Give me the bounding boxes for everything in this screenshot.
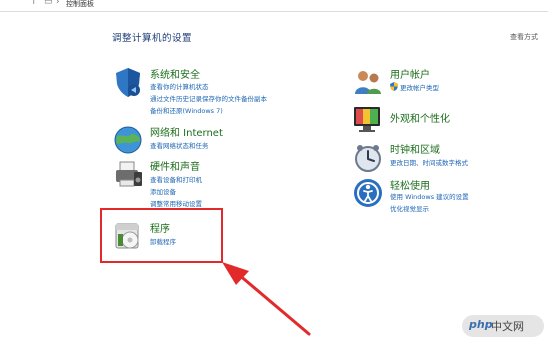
category-hardware-sound: 硬件和声音 查看设备和打印机 添加设备 调整常用移动设置 <box>112 158 312 208</box>
globe-network-icon[interactable] <box>112 124 144 156</box>
monitor-palette-icon[interactable] <box>352 104 384 136</box>
clock-globe-icon[interactable] <box>352 141 384 173</box>
category-appearance: 外观和个性化 <box>352 104 512 134</box>
category-title[interactable]: 轻松使用 <box>390 177 430 192</box>
php-logo: php <box>469 318 493 331</box>
address-bar: ↑ ▭ › 控制面板 <box>0 0 548 12</box>
printer-speaker-icon[interactable] <box>112 158 144 190</box>
category-title[interactable]: 时钟和区域 <box>390 141 440 156</box>
category-link[interactable]: 查看你的计算机状态 <box>150 81 209 91</box>
category-link[interactable]: 查看网络状态和任务 <box>150 140 209 150</box>
category-title[interactable]: 系统和安全 <box>150 66 200 81</box>
category-user-accounts: 用户帐户 更改帐户类型 <box>352 66 512 96</box>
control-panel-small-icon: ▭ <box>44 0 53 7</box>
category-link[interactable]: 使用 Windows 建议的设置 <box>390 191 469 201</box>
up-arrow-icon[interactable]: ↑ <box>30 0 38 7</box>
watermark: php 中文网 <box>462 315 544 337</box>
view-by-label: 查看方式 <box>510 33 538 41</box>
category-link[interactable]: 调整常用移动设置 <box>150 198 202 208</box>
category-link[interactable]: 更改帐户类型 <box>400 82 439 92</box>
category-title[interactable]: 外观和个性化 <box>390 110 450 125</box>
category-link[interactable]: 添加设备 <box>150 186 176 196</box>
category-ease-of-access: 轻松使用 使用 Windows 建议的设置 优化视觉显示 <box>352 177 522 217</box>
category-title[interactable]: 硬件和声音 <box>150 158 200 173</box>
shield-icon[interactable] <box>112 66 144 98</box>
highlight-box <box>100 208 223 263</box>
category-clock-region: 时钟和区域 更改日期、时间或数字格式 <box>352 141 512 173</box>
watermark-text: 中文网 <box>491 320 524 333</box>
breadcrumb[interactable]: 控制面板 <box>66 0 94 9</box>
category-network: 网络和 Internet 查看网络状态和任务 <box>112 124 312 154</box>
category-title[interactable]: 用户帐户 <box>390 66 430 81</box>
uac-shield-icon <box>390 82 398 91</box>
category-link[interactable]: 更改日期、时间或数字格式 <box>390 157 468 167</box>
breadcrumb-chevron-icon[interactable]: › <box>56 0 60 7</box>
category-link[interactable]: 备份和还原(Windows 7) <box>150 105 223 115</box>
category-link[interactable]: 通过文件历史记录保存你的文件备份副本 <box>150 93 267 103</box>
accessibility-icon[interactable] <box>352 177 384 209</box>
category-link[interactable]: 查看设备和打印机 <box>150 174 202 184</box>
page-title: 调整计算机的设置 <box>112 33 193 44</box>
users-icon[interactable] <box>352 66 384 98</box>
category-system-security: 系统和安全 查看你的计算机状态 通过文件历史记录保存你的文件备份副本 备份和还原… <box>112 66 322 116</box>
category-link[interactable]: 优化视觉显示 <box>390 203 429 213</box>
category-title[interactable]: 网络和 Internet <box>150 124 223 139</box>
